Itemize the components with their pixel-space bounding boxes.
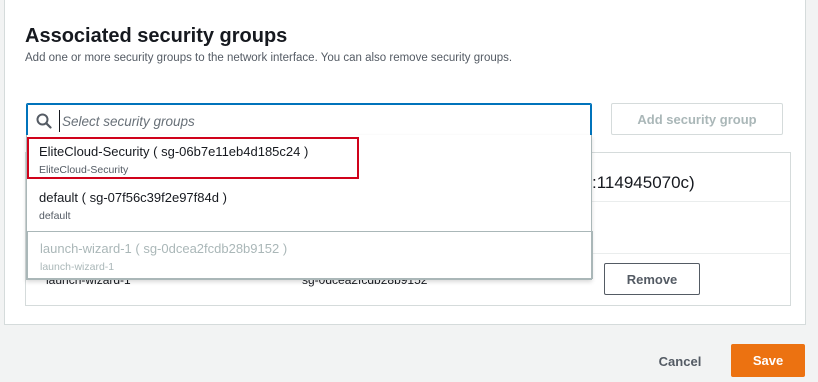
dropdown-option[interactable]: default ( sg-07f56c39f2e97f84d ) default (27, 181, 593, 227)
add-security-group-button[interactable]: Add security group (611, 103, 783, 135)
option-label: launch-wizard-1 ( sg-0dcea2fcdb28b9152 ) (40, 241, 288, 256)
search-input[interactable] (59, 110, 579, 132)
security-group-search[interactable] (26, 103, 592, 137)
section-title: Associated security groups (25, 25, 288, 47)
dropdown-option-disabled: launch-wizard-1 ( sg-0dcea2fcdb28b9152 )… (27, 231, 593, 279)
option-label: EliteCloud-Security ( sg-06b7e11eb4d185c… (39, 144, 309, 159)
security-group-dropdown: EliteCloud-Security ( sg-06b7e11eb4d185c… (26, 135, 593, 280)
dropdown-option[interactable]: EliteCloud-Security ( sg-06b7e11eb4d185c… (27, 135, 593, 181)
save-button[interactable]: Save (731, 344, 805, 377)
remove-button[interactable]: Remove (604, 263, 700, 295)
cancel-button[interactable]: Cancel (648, 345, 712, 377)
option-sublabel: default (39, 210, 71, 222)
table-header-text: :114945070c) (592, 173, 695, 192)
option-label: default ( sg-07f56c39f2e97f84d ) (39, 190, 227, 205)
option-sublabel: launch-wizard-1 (40, 261, 115, 273)
security-groups-panel: Associated security groups Add one or mo… (4, 0, 806, 325)
option-sublabel: EliteCloud-Security (39, 164, 129, 176)
search-icon (36, 113, 52, 129)
section-description: Add one or more security groups to the n… (25, 52, 513, 64)
